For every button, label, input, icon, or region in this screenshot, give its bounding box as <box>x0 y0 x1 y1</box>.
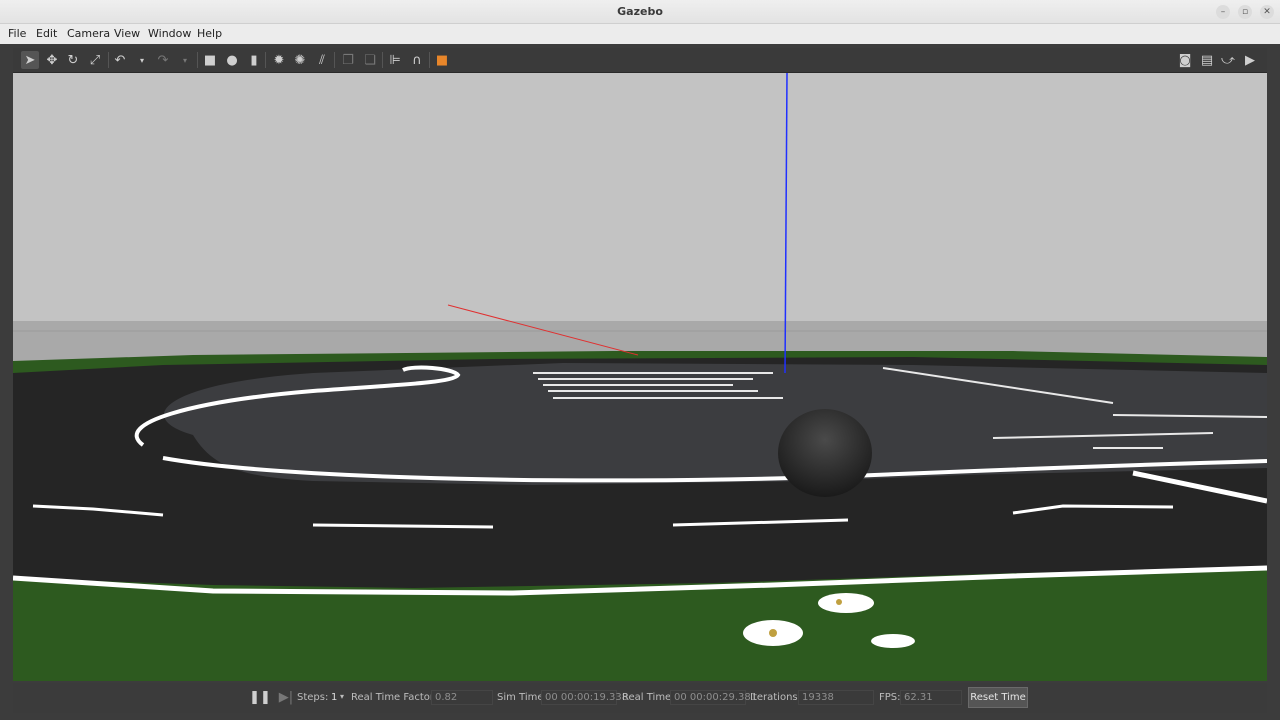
3d-viewport[interactable] <box>13 73 1267 681</box>
menu-camera[interactable]: Camera <box>67 27 110 40</box>
toolbar: ➤ ✥ ↻ ⤢ ↶ ▾ ↷ ▾ ■ ● ▮ ✹ ✺ ⫽ ❐ ❏ ⊫ ∩ ■ ◙ … <box>13 48 1267 73</box>
cylinder-shape-icon[interactable]: ▮ <box>245 51 263 69</box>
lane-line-2 <box>312 523 494 529</box>
menu-help[interactable]: Help <box>197 27 222 40</box>
box-shape-icon[interactable]: ■ <box>201 51 219 69</box>
sphere-model <box>778 409 872 497</box>
gazebo-window: Gazebo – ▫ ✕ File Edit Camera View Windo… <box>0 0 1280 720</box>
spot-light-icon[interactable]: ✺ <box>291 51 309 69</box>
plot-icon[interactable]: ⤻ <box>1219 51 1237 69</box>
rtf-value: 0.82 <box>431 690 493 705</box>
pause-icon[interactable]: ❚❚ <box>249 688 271 706</box>
change-view-icon[interactable]: ■ <box>433 51 451 69</box>
rtf-label: Real Time Factor: <box>351 692 438 703</box>
bottom-margin <box>0 713 1280 720</box>
log-icon[interactable]: ▤ <box>1198 51 1216 69</box>
iterations-label: Iterations: <box>750 692 801 703</box>
steps-dropdown-icon[interactable]: ▾ <box>340 692 344 701</box>
fps-label: FPS: <box>879 692 901 703</box>
copy-icon[interactable]: ❐ <box>339 51 357 69</box>
maximize-button[interactable]: ▫ <box>1238 5 1252 19</box>
step-icon[interactable]: ▶| <box>277 688 295 706</box>
record-video-icon[interactable]: ▶ <box>1241 51 1259 69</box>
scene-render <box>13 73 1267 681</box>
title-bar: Gazebo – ▫ ✕ <box>0 0 1280 24</box>
minimize-button[interactable]: – <box>1216 5 1230 19</box>
menu-window[interactable]: Window <box>148 27 191 40</box>
align-icon[interactable]: ⊫ <box>386 51 404 69</box>
point-light-icon[interactable]: ✹ <box>270 51 288 69</box>
steps-label: Steps: <box>297 692 329 703</box>
sim-time-label: Sim Time: <box>497 692 547 703</box>
fps-value: 62.31 <box>900 690 962 705</box>
sky <box>13 73 1267 328</box>
redo-icon[interactable]: ↷ <box>154 51 172 69</box>
redo-dropdown-icon[interactable]: ▾ <box>176 51 194 69</box>
translate-mode-icon[interactable]: ✥ <box>43 51 61 69</box>
status-bar: ❚❚ ▶| Steps: 1 ▾ Real Time Factor: 0.82 … <box>13 683 1267 713</box>
select-mode-icon[interactable]: ➤ <box>21 51 39 69</box>
menu-bar: File Edit Camera View Window Help <box>0 24 1280 44</box>
window-title: Gazebo <box>617 5 663 18</box>
snap-icon[interactable]: ∩ <box>408 51 426 69</box>
menu-edit[interactable]: Edit <box>36 27 57 40</box>
directional-light-icon[interactable]: ⫽ <box>313 51 331 69</box>
iterations-value: 19338 <box>798 690 874 705</box>
rotate-mode-icon[interactable]: ↻ <box>64 51 82 69</box>
menu-file[interactable]: File <box>8 27 26 40</box>
menu-view[interactable]: View <box>114 27 140 40</box>
sphere-shape-icon[interactable]: ● <box>223 51 241 69</box>
sim-time-value: 00 00:00:19.338 <box>541 690 628 705</box>
screenshot-icon[interactable]: ◙ <box>1176 51 1194 69</box>
paste-icon[interactable]: ❏ <box>361 51 379 69</box>
close-button[interactable]: ✕ <box>1260 5 1274 19</box>
steps-value[interactable]: 1 <box>331 692 337 703</box>
left-panel-edge[interactable] <box>0 48 13 681</box>
scale-mode-icon[interactable]: ⤢ <box>86 51 104 69</box>
reset-time-button[interactable]: Reset Time <box>968 687 1028 708</box>
real-time-value: 00 00:00:29.381 <box>670 690 757 705</box>
undo-icon[interactable]: ↶ <box>111 51 129 69</box>
undo-dropdown-icon[interactable]: ▾ <box>133 51 151 69</box>
real-time-label: Real Time: <box>622 692 675 703</box>
right-panel-edge[interactable] <box>1267 48 1280 681</box>
